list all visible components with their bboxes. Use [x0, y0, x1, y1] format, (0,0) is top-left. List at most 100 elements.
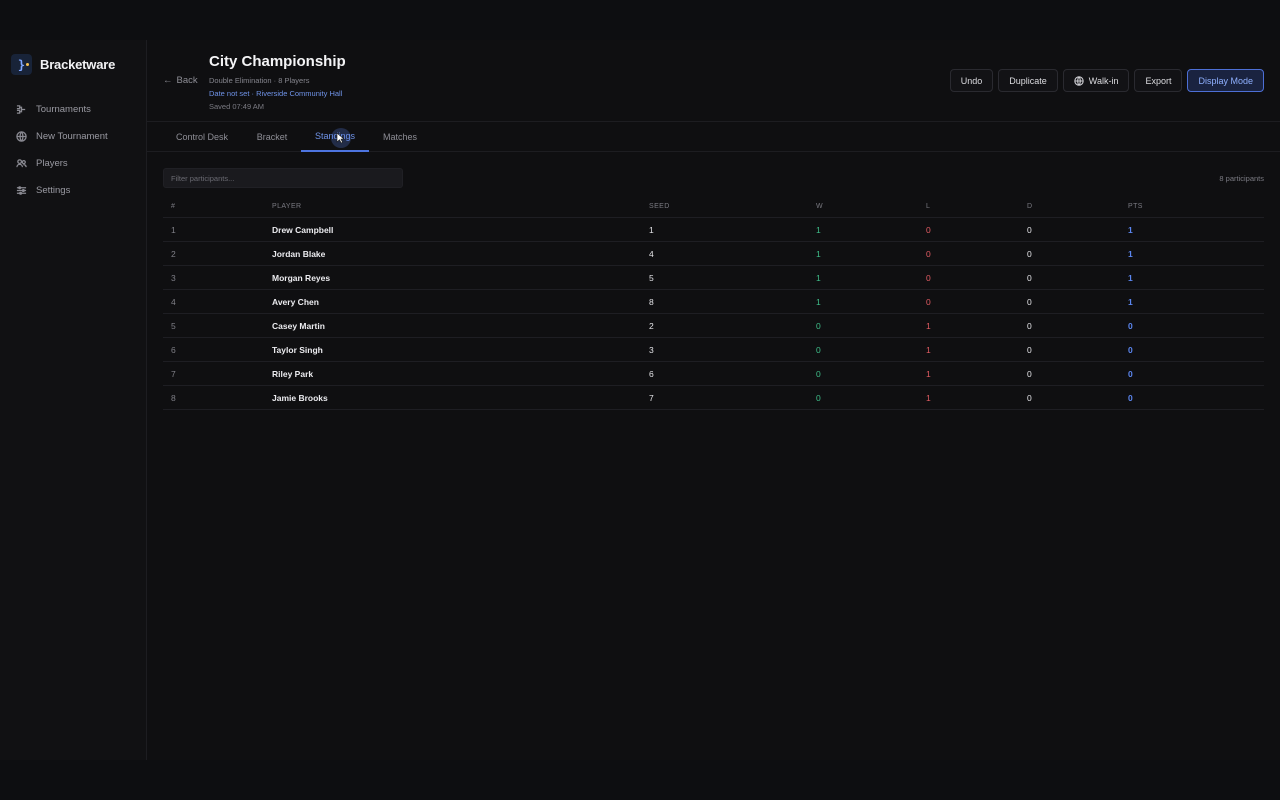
draws-cell: 0 — [1027, 368, 1032, 379]
sidebar-item-settings[interactable]: Settings — [0, 177, 147, 204]
table-row[interactable]: 2 Jordan Blake 4 1 0 0 1 — [163, 242, 1264, 266]
wins-cell: 1 — [816, 296, 821, 307]
losses-cell: 1 — [926, 392, 931, 403]
saved-status: Saved 07:49 AM — [209, 102, 265, 111]
sidebar-item-tournaments[interactable]: Tournaments — [0, 96, 147, 123]
column-header-points[interactable]: PTS — [1128, 196, 1143, 217]
column-header-rank[interactable]: # — [171, 196, 175, 217]
wins-cell: 0 — [816, 368, 821, 379]
sliders-icon — [16, 186, 27, 195]
draws-cell: 0 — [1027, 248, 1032, 259]
rank-cell: 7 — [171, 368, 176, 379]
draws-cell: 0 — [1027, 224, 1032, 235]
tournament-date-venue-link[interactable]: Date not set · Riverside Community Hall — [209, 89, 342, 98]
wins-cell: 1 — [816, 248, 821, 259]
seed-cell: 6 — [649, 368, 654, 379]
draws-cell: 0 — [1027, 272, 1032, 283]
losses-cell: 1 — [926, 344, 931, 355]
mouse-cursor-icon — [331, 128, 351, 148]
tab-bar: Control Desk Bracket Standings Matches — [147, 122, 1280, 152]
rank-cell: 3 — [171, 272, 176, 283]
participant-count: 8 participants — [1219, 174, 1264, 183]
tournament-header: ← Back City Championship Double Eliminat… — [147, 40, 1280, 122]
table-row[interactable]: 6 Taylor Singh 3 0 1 0 0 — [163, 338, 1264, 362]
player-name-cell: Drew Campbell — [272, 224, 334, 235]
player-name-cell: Morgan Reyes — [272, 272, 331, 283]
tab-matches[interactable]: Matches — [375, 122, 425, 152]
table-row[interactable]: 4 Avery Chen 8 1 0 0 1 — [163, 290, 1264, 314]
seed-cell: 2 — [649, 320, 654, 331]
globe-icon — [16, 131, 27, 142]
draws-cell: 0 — [1027, 344, 1032, 355]
table-body: 1 Drew Campbell 1 1 0 0 1 2 Jordan Blake 4 1 0 0 1 3 Mo… — [163, 218, 1264, 410]
duplicate-button[interactable]: Duplicate — [998, 69, 1058, 92]
globe-icon — [1074, 75, 1084, 86]
losses-cell: 0 — [926, 272, 931, 283]
tab-bracket[interactable]: Bracket — [247, 122, 297, 152]
column-header-losses[interactable]: L — [926, 196, 930, 217]
filter-participants-input[interactable] — [163, 168, 403, 188]
seed-cell: 5 — [649, 272, 654, 283]
sidebar: } Bracketware Tournaments New Tournament… — [0, 40, 147, 760]
wins-cell: 1 — [816, 224, 821, 235]
wins-cell: 0 — [816, 344, 821, 355]
player-name-cell: Jamie Brooks — [272, 392, 328, 403]
table-header: # PLAYER SEED W L D PTS — [163, 196, 1264, 218]
player-name-cell: Taylor Singh — [272, 344, 323, 355]
column-header-draws[interactable]: D — [1027, 196, 1032, 217]
column-header-seed[interactable]: SEED — [649, 196, 670, 217]
display-mode-button[interactable]: Display Mode — [1187, 69, 1264, 92]
sidebar-item-label: Tournaments — [36, 104, 91, 115]
standings-table: # PLAYER SEED W L D PTS 1 Drew Campbell 1 1… — [163, 196, 1264, 410]
back-button[interactable]: ← Back — [163, 75, 198, 86]
header-actions: Undo Duplicate Walk-in Export Display Mo… — [949, 69, 1264, 92]
losses-cell: 0 — [926, 248, 931, 259]
losses-cell: 0 — [926, 296, 931, 307]
tab-control-desk[interactable]: Control Desk — [165, 122, 239, 152]
column-header-player[interactable]: PLAYER — [272, 196, 302, 217]
rank-cell: 6 — [171, 344, 176, 355]
seed-cell: 7 — [649, 392, 654, 403]
losses-cell: 1 — [926, 320, 931, 331]
export-button[interactable]: Export — [1134, 69, 1183, 92]
walk-in-button[interactable]: Walk-in — [1062, 69, 1130, 92]
table-row[interactable]: 1 Drew Campbell 1 1 0 0 1 — [163, 218, 1264, 242]
rank-cell: 2 — [171, 248, 176, 259]
sidebar-item-label: New Tournament — [36, 131, 108, 142]
app-window: } Bracketware Tournaments New Tournament… — [0, 40, 1280, 760]
table-row[interactable]: 5 Casey Martin 2 0 1 0 0 — [163, 314, 1264, 338]
wins-cell: 0 — [816, 392, 821, 403]
main-panel: ← Back City Championship Double Eliminat… — [147, 40, 1280, 760]
seed-cell: 8 — [649, 296, 654, 307]
top-band — [0, 0, 1280, 40]
rank-cell: 4 — [171, 296, 176, 307]
wins-cell: 0 — [816, 320, 821, 331]
points-cell: 1 — [1128, 296, 1133, 307]
points-cell: 1 — [1128, 248, 1133, 259]
page-title: City Championship — [209, 53, 346, 70]
points-cell: 1 — [1128, 272, 1133, 283]
rank-cell: 8 — [171, 392, 176, 403]
sidebar-nav: Tournaments New Tournament Players Setti… — [0, 96, 147, 204]
column-header-wins[interactable]: W — [816, 196, 823, 217]
sidebar-item-new-tournament[interactable]: New Tournament — [0, 123, 147, 150]
bottom-band — [0, 760, 1280, 800]
brand-logo-icon: } — [11, 54, 32, 75]
points-cell: 0 — [1128, 344, 1133, 355]
table-row[interactable]: 8 Jamie Brooks 7 0 1 0 0 — [163, 386, 1264, 410]
sidebar-item-players[interactable]: Players — [0, 150, 147, 177]
points-cell: 1 — [1128, 224, 1133, 235]
draws-cell: 0 — [1027, 320, 1032, 331]
points-cell: 0 — [1128, 368, 1133, 379]
brand-logo-glyph: } — [17, 57, 26, 72]
brand[interactable]: } Bracketware — [11, 54, 115, 75]
walk-in-label: Walk-in — [1088, 75, 1119, 86]
seed-cell: 3 — [649, 344, 654, 355]
player-name-cell: Avery Chen — [272, 296, 319, 307]
table-row[interactable]: 3 Morgan Reyes 5 1 0 0 1 — [163, 266, 1264, 290]
undo-button[interactable]: Undo — [949, 69, 994, 92]
tournaments-icon — [16, 105, 26, 114]
table-row[interactable]: 7 Riley Park 6 0 1 0 0 — [163, 362, 1264, 386]
points-cell: 0 — [1128, 392, 1133, 403]
users-icon — [16, 159, 27, 168]
